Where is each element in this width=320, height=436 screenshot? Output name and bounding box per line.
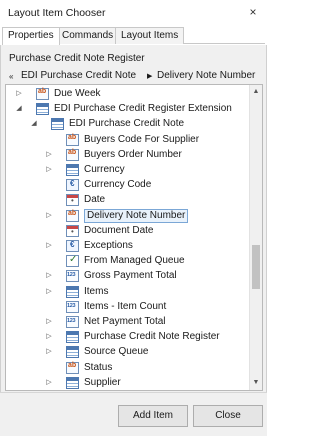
tree-row[interactable]: ◢ EDI Purchase Credit Register Extension [6, 101, 249, 117]
date-icon [66, 194, 79, 207]
currency-icon [66, 179, 79, 192]
scroll-thumb[interactable] [252, 245, 260, 289]
dialog-footer: Add Item Close [0, 392, 267, 436]
tree-row[interactable]: ◢ EDI Purchase Credit Note [6, 116, 249, 132]
expand-arrow-icon[interactable]: ▷ [44, 347, 54, 357]
tree-row-label: Buyers Code For Supplier [84, 133, 200, 145]
tree-row-label: From Managed Queue [84, 255, 185, 267]
tree-row[interactable]: ▷ Items [6, 284, 249, 300]
close-button[interactable]: Close [193, 405, 263, 427]
tree-row-label: EDI Purchase Credit Note [69, 118, 185, 130]
breadcrumb-item-edi-purchase-credit-note[interactable]: EDI Purchase Credit Note [21, 70, 136, 81]
tree-row-label: EDI Purchase Credit Register Extension [54, 103, 232, 115]
table-icon [66, 376, 79, 389]
tree-row-label: Currency Code [84, 179, 152, 191]
tab-properties[interactable]: Properties [2, 27, 60, 45]
expand-arrow-icon[interactable]: ▷ [44, 271, 54, 281]
tree-row-label: Purchase Credit Note Register [84, 331, 220, 343]
expand-arrow-icon[interactable]: ▷ [44, 317, 54, 327]
expand-arrow-icon[interactable]: ▷ [44, 241, 54, 251]
tree-row-label: Delivery Note Number [84, 208, 189, 223]
scroll-down-icon[interactable]: ▼ [250, 377, 262, 389]
tree-row-label: Net Payment Total [84, 316, 166, 327]
text-field-icon [66, 148, 79, 161]
tree-row[interactable]: From Managed Queue [6, 253, 249, 269]
table-icon [66, 346, 79, 359]
add-item-button[interactable]: Add Item [118, 405, 188, 427]
tree-row[interactable]: Document Date [6, 223, 249, 239]
table-icon [66, 164, 79, 176]
tree-row[interactable]: ▷ Buyers Order Number [6, 147, 249, 163]
table-icon [51, 118, 64, 131]
tree-row[interactable]: ▷ Gross Payment Total [6, 268, 249, 284]
expand-arrow-icon[interactable]: ▷ [44, 287, 54, 297]
text-field-icon [66, 209, 79, 222]
tree-row-label: Items [84, 285, 109, 297]
close-icon[interactable]: × [245, 4, 261, 20]
number-icon [66, 300, 79, 313]
expand-arrow-icon[interactable]: ▷ [44, 211, 54, 221]
text-field-icon [66, 361, 79, 374]
window-title: Layout Item Chooser [8, 7, 106, 19]
number-icon [66, 270, 79, 283]
tree-row[interactable]: Currency Code [6, 177, 249, 193]
tree-row-label: Items - Item Count [84, 300, 167, 312]
breadcrumb-back-icon[interactable]: « [9, 72, 13, 81]
scroll-up-icon[interactable]: ▲ [250, 86, 262, 98]
tree-row-label: Exceptions [84, 240, 133, 251]
tree-row-label: Source Queue [84, 346, 149, 358]
date-icon [66, 224, 79, 237]
tree-row[interactable]: ▷ Currency [6, 162, 249, 178]
tree-row-label: Document Date [84, 224, 154, 236]
tree-row-label: Gross Payment Total [84, 270, 177, 282]
vertical-scrollbar[interactable]: ▲ ▼ [249, 85, 262, 390]
collapse-arrow-icon[interactable]: ◢ [29, 119, 39, 129]
tree-row[interactable]: ▷ Exceptions [6, 238, 249, 254]
checkbox-icon [66, 254, 79, 268]
tree-row-label: Due Week [54, 88, 101, 99]
breadcrumb-item-delivery-note-number[interactable]: Delivery Note Number [157, 70, 255, 81]
table-icon [66, 331, 79, 344]
tree-row-label: Date [84, 194, 106, 206]
expand-arrow-icon[interactable]: ▷ [44, 150, 54, 160]
tree-row[interactable]: ▷ Delivery Note Number [6, 208, 249, 224]
properties-panel: Purchase Credit Note Register « EDI Purc… [0, 45, 267, 392]
tab-layout-items[interactable]: Layout Items [115, 27, 185, 44]
tree-row-label: Status [84, 361, 113, 373]
collapse-arrow-icon[interactable]: ◢ [14, 104, 24, 114]
context-label: Purchase Credit Note Register [9, 53, 145, 64]
table-icon [36, 103, 49, 116]
currency-icon [66, 240, 79, 252]
tree-row-label: Currency [84, 164, 125, 175]
number-icon [66, 316, 79, 328]
expand-arrow-icon[interactable]: ▷ [44, 378, 54, 388]
breadcrumb: « EDI Purchase Credit Note ▶ Delivery No… [5, 67, 263, 85]
tree-row[interactable]: Buyers Code For Supplier [6, 132, 249, 148]
tab-commands[interactable]: Commands [56, 27, 120, 44]
layout-item-tree[interactable]: ▲ ▼ ▷ Due Week ◢ EDI Purchase Credit Regist… [5, 84, 263, 391]
expand-arrow-icon[interactable]: ▷ [44, 332, 54, 342]
text-field-icon [36, 88, 49, 100]
tree-row-label: Supplier [84, 376, 121, 388]
tab-strip: Properties Commands Layout Items [2, 27, 265, 45]
text-field-icon [66, 133, 79, 146]
title-bar: Layout Item Chooser × [0, 0, 267, 26]
tree-row[interactable]: ▷ Due Week [6, 86, 249, 102]
tree-row-label: Buyers Order Number [84, 148, 182, 160]
expand-arrow-icon[interactable]: ▷ [44, 165, 54, 175]
tree-row[interactable]: ▷ Net Payment Total [6, 314, 249, 330]
breadcrumb-separator-icon: ▶ [147, 73, 153, 80]
tree-row[interactable]: ▷ Purchase Credit Note Register [6, 329, 249, 345]
tree-row[interactable]: ▷ Source Queue [6, 344, 249, 360]
tree-row[interactable]: ▷ Supplier [6, 375, 249, 390]
table-icon [66, 285, 79, 298]
tree-row[interactable]: Status [6, 360, 249, 376]
tree-row[interactable]: Date [6, 192, 249, 208]
expand-arrow-icon[interactable]: ▷ [14, 89, 24, 99]
tree-row[interactable]: Items - Item Count [6, 299, 249, 315]
